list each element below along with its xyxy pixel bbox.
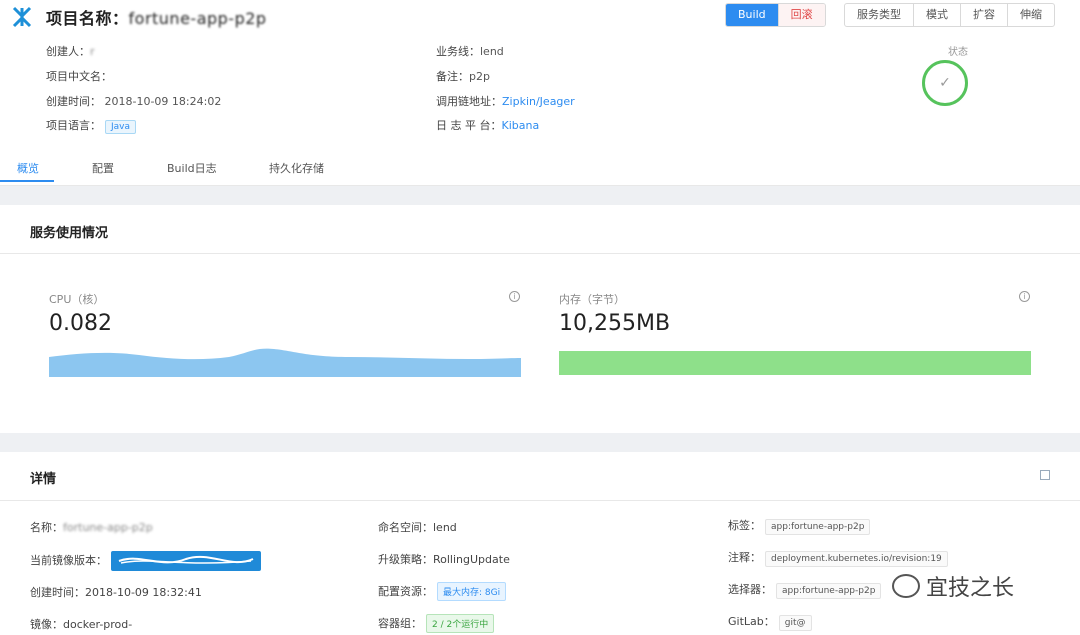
image-version-row: 当前镜像版本： (30, 551, 261, 571)
image-version-redacted (111, 551, 261, 571)
project-header: 项目名称：fortune-app-p2p Build 回滚 服务类型 模式 扩容… (0, 0, 1080, 186)
scale-out-button[interactable]: 扩容 (961, 4, 1008, 26)
status-label: 状态 (948, 47, 968, 58)
trace-link[interactable]: Zipkin/Jeager (502, 95, 575, 108)
image-value: docker-prod- (63, 618, 133, 631)
pods-badge: 2 / 2个运行中 (426, 614, 495, 633)
name-label: 名称： (30, 521, 63, 534)
lang-label: 项目语言： (46, 119, 101, 132)
image-version-label: 当前镜像版本： (30, 554, 107, 567)
project-title: 项目名称：fortune-app-p2p (46, 5, 267, 29)
remark-value: p2p (469, 70, 490, 83)
pods-row: 容器组： 2 / 2个运行中 (378, 614, 495, 633)
image-row: 镜像：docker-prod- (30, 616, 132, 632)
rollback-button[interactable]: 回滚 (778, 4, 825, 26)
build-actions: Build 回滚 (725, 3, 826, 27)
trace-label: 调用链地址： (436, 95, 502, 108)
annotations-badge: deployment.kubernetes.io/revision:19 (765, 551, 948, 567)
create-time-row: 创建时间： 2018-10-09 18:24:02 (46, 93, 221, 109)
usage-title: 服务使用情况 (30, 226, 109, 241)
mem-label: 内存（字节） (559, 293, 625, 306)
strategy-row: 升级策略：RollingUpdate (378, 551, 510, 567)
creator-row: 创建人：r (46, 43, 95, 59)
tab-overview[interactable]: 概览 (17, 160, 39, 176)
status-indicator: ✓ (922, 60, 968, 106)
gitlab-row: GitLab： git@ (728, 613, 812, 631)
selector-label: 选择器： (728, 583, 772, 596)
remark-row: 备注：p2p (436, 68, 490, 84)
selector-row: 选择器： app:fortune-app-p2p (728, 581, 882, 599)
creator-label: 创建人： (46, 45, 90, 58)
wechat-icon (892, 574, 920, 598)
resource-row: 配置资源： 最大内存: 8Gi (378, 582, 507, 601)
cn-name-row: 项目中文名： (46, 68, 112, 84)
cn-name-label: 项目中文名： (46, 70, 112, 83)
build-button[interactable]: Build (726, 4, 779, 26)
strategy-label: 升级策略： (378, 553, 433, 566)
lang-badge: Java (105, 120, 137, 134)
labels-badge: app:fortune-app-p2p (765, 519, 871, 535)
name-value: fortune-app-p2p (63, 521, 153, 534)
gitlab-label: GitLab： (728, 615, 775, 628)
create-time-value: 2018-10-09 18:24:02 (104, 95, 222, 108)
active-tab-indicator (0, 180, 54, 182)
autoscale-button[interactable]: 伸缩 (1008, 4, 1054, 26)
annotations-label: 注释： (728, 551, 761, 564)
details-title: 详情 (30, 472, 57, 487)
tab-bar: 概览 配置 Build日志 持久化存储 (0, 152, 1080, 186)
remark-label: 备注： (436, 70, 469, 83)
log-link[interactable]: Kibana (502, 119, 540, 132)
app-logo-icon (12, 6, 32, 28)
log-row: 日 志 平 台：Kibana (436, 117, 539, 133)
biz-row: 业务线：lend (436, 43, 504, 59)
creator-value: r (90, 45, 95, 58)
tab-config[interactable]: 配置 (92, 160, 114, 176)
check-icon: ✓ (939, 75, 951, 91)
mem-info-icon[interactable]: i (1019, 291, 1030, 302)
tab-storage[interactable]: 持久化存储 (269, 160, 324, 176)
namespace-label: 命名空间： (378, 521, 433, 534)
expand-icon[interactable] (1040, 470, 1050, 480)
watermark-text: 宜技之长 (926, 576, 1015, 601)
lang-row: 项目语言： Java (46, 117, 137, 134)
service-type-button[interactable]: 服务类型 (845, 4, 914, 26)
tab-build-log[interactable]: Build日志 (167, 160, 217, 176)
labels-label: 标签： (728, 519, 761, 532)
details-card: 详情 名称：fortune-app-p2p 当前镜像版本： 创建时间：2018-… (0, 452, 1080, 635)
created-value: 2018-10-09 18:32:41 (85, 586, 202, 599)
project-title-name: fortune-app-p2p (128, 9, 267, 28)
strategy-value: RollingUpdate (433, 553, 510, 566)
created-label: 创建时间： (30, 586, 85, 599)
mem-value: 10,255MB (559, 311, 671, 336)
name-row: 名称：fortune-app-p2p (30, 519, 153, 535)
gitlab-badge[interactable]: git@ (778, 615, 812, 631)
service-menu: 服务类型 模式 扩容 伸缩 (844, 3, 1055, 27)
usage-card: 服务使用情况 CPU（核） i 0.082 内存（字节） i 10,255MB (0, 205, 1080, 433)
log-label: 日 志 平 台： (436, 119, 502, 132)
namespace-value: lend (433, 521, 457, 534)
namespace-row: 命名空间：lend (378, 519, 457, 535)
cpu-label: CPU（核） (49, 293, 105, 306)
selector-badge: app:fortune-app-p2p (776, 583, 882, 599)
image-label: 镜像： (30, 618, 63, 631)
usage-divider (0, 253, 1080, 254)
annotations-row: 注释： deployment.kubernetes.io/revision:19 (728, 549, 948, 567)
create-time-label: 创建时间： (46, 95, 101, 108)
mem-bar (559, 351, 1031, 375)
biz-label: 业务线： (436, 45, 480, 58)
resource-badge: 最大内存: 8Gi (437, 582, 507, 601)
trace-row: 调用链地址：Zipkin/Jeager (436, 93, 575, 109)
project-title-prefix: 项目名称： (46, 9, 129, 28)
biz-value: lend (480, 45, 504, 58)
watermark: 宜技之长 (892, 570, 1014, 602)
details-divider (0, 500, 1080, 501)
pods-label: 容器组： (378, 617, 422, 630)
cpu-sparkline (49, 348, 521, 377)
cpu-info-icon[interactable]: i (509, 291, 520, 302)
cpu-value: 0.082 (49, 311, 112, 336)
created-row: 创建时间：2018-10-09 18:32:41 (30, 584, 202, 600)
resource-label: 配置资源： (378, 585, 433, 598)
mode-button[interactable]: 模式 (914, 4, 961, 26)
labels-row: 标签： app:fortune-app-p2p (728, 517, 871, 535)
